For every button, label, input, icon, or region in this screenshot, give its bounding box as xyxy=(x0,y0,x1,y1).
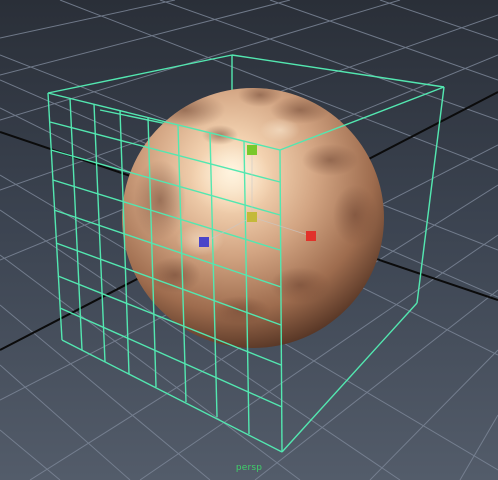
manipulator-z-handle-icon[interactable] xyxy=(199,237,209,247)
manipulator-y-handle-icon[interactable] xyxy=(247,145,257,155)
scene-canvas[interactable] xyxy=(0,0,498,480)
manipulator-center-handle-icon[interactable] xyxy=(247,212,257,222)
camera-name-label: persp xyxy=(235,463,263,473)
perspective-viewport[interactable]: persp xyxy=(0,0,498,480)
manipulator-x-handle-icon[interactable] xyxy=(306,231,316,241)
lattice-deformer[interactable] xyxy=(47,86,445,453)
